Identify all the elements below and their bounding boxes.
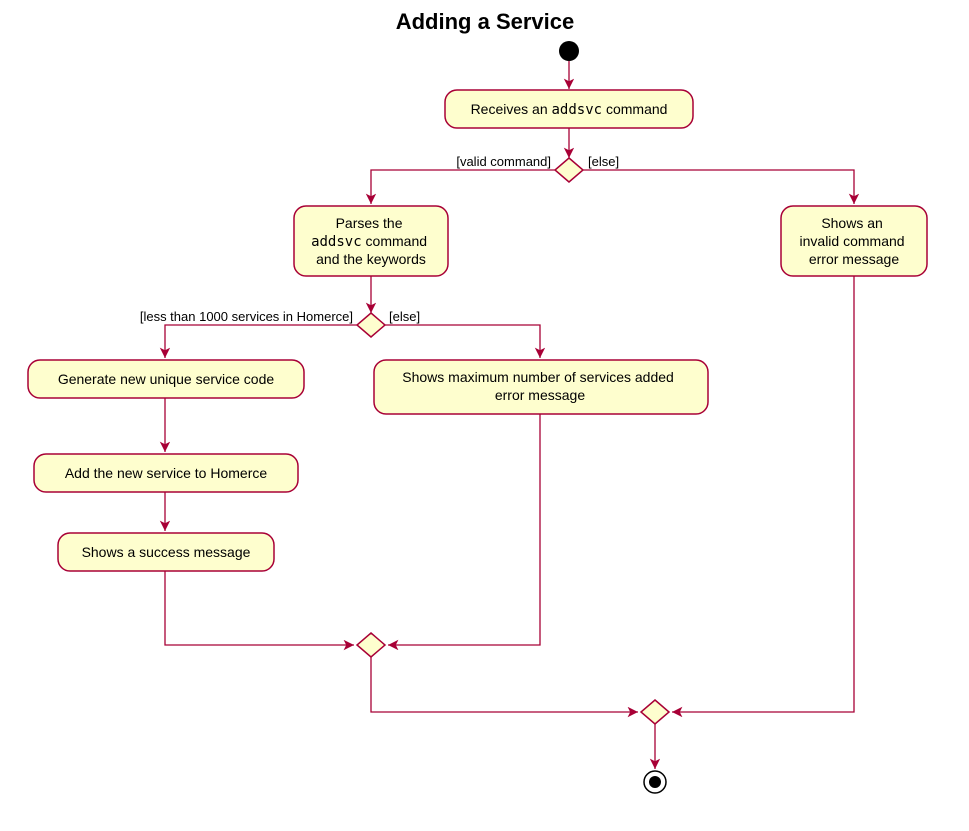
- merge-2: [641, 700, 669, 724]
- guard-valid-command: [valid command]: [456, 154, 551, 169]
- activity-add-service-text: Add the new service to Homerce: [65, 465, 268, 481]
- merge-1: [357, 633, 385, 657]
- edge-decision1-invalid: [583, 170, 854, 204]
- guard-less-than: [less than 1000 services in Homerce]: [140, 309, 353, 324]
- diagram-title: Adding a Service: [396, 9, 575, 34]
- edge-decision2-generate: [165, 325, 357, 358]
- edge-success-merge1: [165, 571, 354, 645]
- edge-decision1-parses: [371, 170, 555, 204]
- start-node: [559, 41, 579, 61]
- guard-else-1: [else]: [588, 154, 619, 169]
- activity-receives-text: Receives an addsvc command: [471, 101, 668, 118]
- edge-maxerror-merge1: [388, 414, 540, 645]
- edge-decision2-maxerror: [385, 325, 540, 358]
- activity-success-text: Shows a success message: [82, 544, 251, 560]
- decision-valid-command: [555, 158, 583, 182]
- guard-else-2: [else]: [389, 309, 420, 324]
- end-node-inner: [649, 776, 661, 788]
- activity-generate-text: Generate new unique service code: [58, 371, 275, 387]
- edge-merge1-merge2: [371, 657, 638, 712]
- edge-invalid-merge2: [672, 276, 854, 712]
- decision-service-count: [357, 313, 385, 337]
